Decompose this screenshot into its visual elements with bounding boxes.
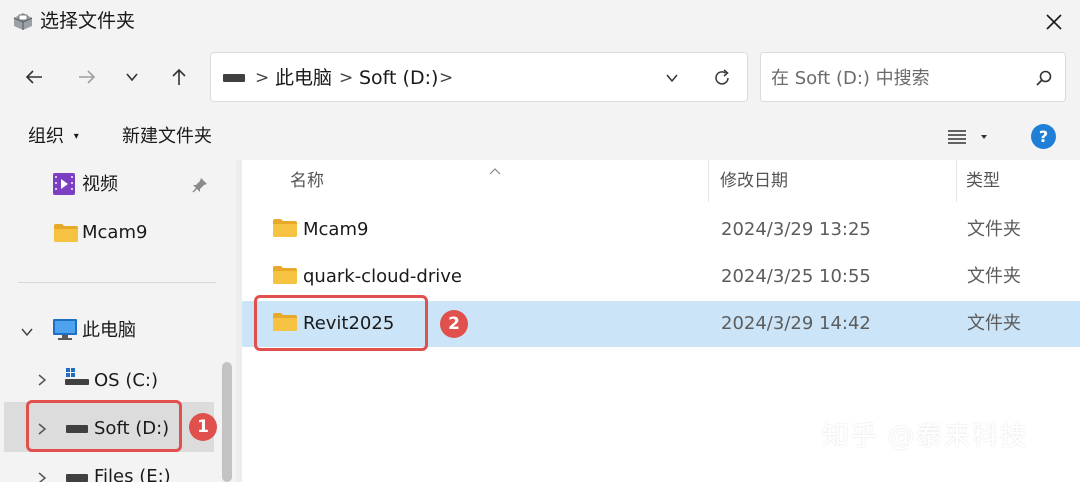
new-folder-button[interactable]: 新建文件夹 [122,124,212,150]
table-row[interactable]: Mcam9 2024/3/29 13:25 文件夹 [242,207,1080,253]
breadcrumb-this-pc[interactable]: 此电脑 [275,65,332,91]
column-header-type[interactable]: 类型 [966,168,1000,194]
highlight-box-step-2 [254,295,428,351]
navigation-pane: 视频 Mcam9 此电脑 OS (C:) Soft (D:) 1 Files (… [0,160,236,482]
folder-picker-icon [12,10,34,32]
search-box[interactable] [760,52,1066,102]
help-button[interactable]: ? [1031,124,1056,149]
os-drive-icon [64,368,90,386]
arrow-up-icon [172,68,186,85]
chevron-down-icon [666,74,678,83]
window-title: 选择文件夹 [40,10,136,32]
folder-icon [273,266,297,284]
column-divider[interactable] [708,160,709,202]
sidebar-item-videos[interactable]: 视频 [82,172,118,198]
expand-chevron-icon[interactable] [20,324,34,338]
arrow-right-icon [79,70,96,84]
folder-icon [54,224,78,242]
close-icon [1046,14,1062,30]
sidebar-item-os-c[interactable]: OS (C:) [94,368,158,394]
sort-ascending-icon [488,160,502,175]
step-badge-1: 1 [189,413,217,441]
organize-label: 组织 [28,126,64,147]
arrow-left-icon [25,70,42,84]
refresh-button[interactable] [707,63,737,93]
column-header-date[interactable]: 修改日期 [720,168,788,194]
folder-icon [273,219,297,237]
chevron-down-icon [126,73,138,82]
breadcrumb-separator: > [339,68,354,88]
refresh-icon [715,69,729,85]
search-button[interactable] [1029,63,1059,93]
search-icon [1036,70,1052,86]
recent-locations-button[interactable] [113,58,151,96]
caret-down-icon: ▾ [73,131,79,142]
sidebar-item-files-e[interactable]: Files (E:) [94,464,171,482]
up-button[interactable] [160,58,198,96]
back-button[interactable] [15,58,53,96]
address-bar[interactable]: > 此电脑 > Soft (D:) > [210,52,748,102]
column-divider[interactable] [956,160,957,202]
sidebar-item-mcam9[interactable]: Mcam9 [82,220,147,246]
file-name: Mcam9 [303,219,369,240]
sidebar-item-this-pc[interactable]: 此电脑 [82,318,136,344]
file-type: 文件夹 [967,266,1021,287]
title-bar [0,0,1080,44]
file-type: 文件夹 [967,219,1021,240]
file-type: 文件夹 [967,313,1021,334]
expand-chevron-icon[interactable] [36,372,48,386]
search-input[interactable] [769,63,1023,93]
watermark: 知乎 @泰来科技 [822,421,1028,452]
expand-chevron-icon[interactable] [36,470,48,482]
close-button[interactable] [1036,4,1072,40]
organize-button[interactable]: 组织 ▾ [28,124,79,150]
list-view-icon [948,130,987,144]
breadcrumb-separator: > [439,68,454,88]
view-options-button[interactable] [946,126,990,148]
drive-icon [223,74,245,82]
drive-icon [66,474,88,482]
file-name: quark-cloud-drive [303,266,462,287]
forward-button[interactable] [68,58,106,96]
column-header-name[interactable]: 名称 [290,168,324,194]
breadcrumb-soft-d[interactable]: Soft (D:) [359,65,438,91]
computer-icon [52,318,78,342]
sidebar-scrollbar[interactable] [222,362,232,482]
video-folder-icon [52,172,76,196]
file-date: 2024/3/29 13:25 [721,219,871,240]
address-dropdown-button[interactable] [657,63,687,93]
file-date: 2024/3/29 14:42 [721,313,871,334]
breadcrumb-separator: > [255,68,270,88]
step-badge-2: 2 [440,310,468,338]
table-row[interactable]: quark-cloud-drive 2024/3/25 10:55 文件夹 [242,254,1080,300]
pin-icon [191,176,209,194]
highlight-box-step-1 [26,400,182,452]
file-date: 2024/3/25 10:55 [721,266,871,287]
sidebar-divider [18,282,216,283]
